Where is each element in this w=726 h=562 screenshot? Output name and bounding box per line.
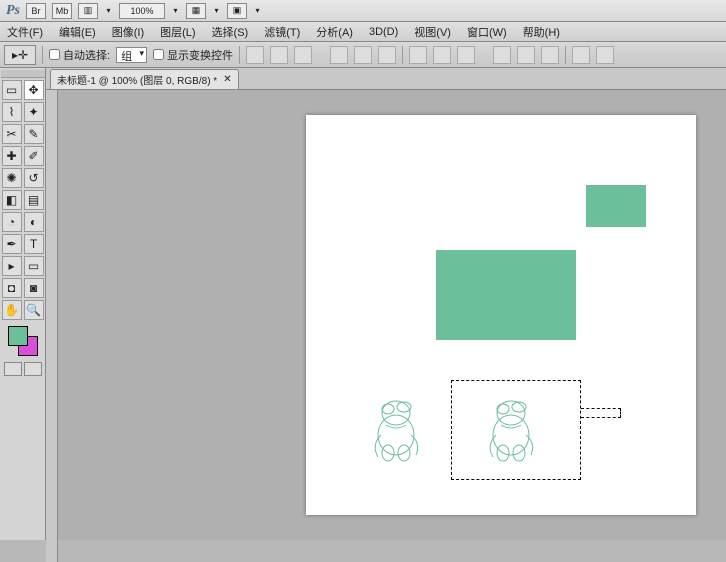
document-tab[interactable]: 未标题-1 @ 100% (图层 0, RGB/8) * ✕ [50,69,239,89]
menu-layer[interactable]: 图层(L) [157,22,198,42]
app-logo: Ps [6,3,20,19]
toolbox: ▭ ✥ ⌇ ✦ ✂ ✎ ✚ ✐ ✺ ↺ ◧ ▤ ◔ ◐ ✒ T ▸ ▭ ◘ ◙ … [0,68,46,540]
eraser-tool[interactable]: ◧ [2,190,22,210]
title-bar: Ps Br Mb ▥ ▾ 100% ▾ ▦ ▾ ▣ ▾ [0,0,726,22]
pen-tool[interactable]: ✒ [2,234,22,254]
shape-rect-small[interactable] [586,185,646,227]
menu-3d[interactable]: 3D(D) [366,24,401,40]
menu-help[interactable]: 帮助(H) [520,22,563,42]
menu-bar: 文件(F) 编辑(E) 图像(I) 图层(L) 选择(S) 滤镜(T) 分析(A… [0,22,726,42]
crop-tool[interactable]: ✂ [2,124,22,144]
zoom-tool[interactable]: 🔍 [24,300,44,320]
shape-rect-large[interactable] [436,250,576,340]
history-brush-tool[interactable]: ↺ [24,168,44,188]
separator [239,46,240,64]
workspace: ▭ ✥ ⌇ ✦ ✂ ✎ ✚ ✐ ✺ ↺ ◧ ▤ ◔ ◐ ✒ T ▸ ▭ ◘ ◙ … [0,68,726,540]
type-tool[interactable]: T [24,234,44,254]
gradient-tool[interactable]: ▤ [24,190,44,210]
toolbox-grip[interactable] [1,70,45,78]
3d-tool[interactable]: ◘ [2,278,22,298]
selection-marquee[interactable] [451,380,581,480]
close-icon[interactable]: ✕ [223,74,231,85]
align-icon[interactable] [246,46,264,64]
minibridge-icon[interactable]: Mb [52,3,72,19]
move-tool[interactable]: ✥ [24,80,44,100]
align-icon[interactable] [294,46,312,64]
auto-select-checkbox[interactable]: 自动选择: [49,47,110,63]
path-select-tool[interactable]: ▸ [2,256,22,276]
dropdown-icon[interactable]: ▾ [104,3,113,19]
align-icon[interactable] [330,46,348,64]
selection-marquee-ext[interactable] [581,408,621,418]
auto-select-label: 自动选择: [63,47,110,63]
dodge-tool[interactable]: ◐ [24,212,44,232]
show-transform-label: 显示变换控件 [167,47,233,63]
lasso-tool[interactable]: ⌇ [2,102,22,122]
eyedropper-tool[interactable]: ✎ [24,124,44,144]
distribute-icon[interactable] [457,46,475,64]
brush-tool[interactable]: ✐ [24,146,44,166]
shape-tool[interactable]: ▭ [24,256,44,276]
dropdown-icon[interactable]: ▾ [253,3,262,19]
arrange-docs-icon[interactable]: ▦ [186,3,206,19]
bridge-icon[interactable]: Br [26,3,46,19]
marquee-tool[interactable]: ▭ [2,80,22,100]
3d-camera-tool[interactable]: ◙ [24,278,44,298]
menu-image[interactable]: 图像(I) [109,22,147,42]
current-tool-icon[interactable]: ▸✛ [4,45,36,65]
menu-edit[interactable]: 编辑(E) [56,22,99,42]
distribute-icon[interactable] [493,46,511,64]
hand-tool[interactable]: ✋ [2,300,22,320]
separator [402,46,403,64]
distribute-icon[interactable] [517,46,535,64]
document-tabs: 未标题-1 @ 100% (图层 0, RGB/8) * ✕ [46,68,726,90]
healing-tool[interactable]: ✚ [2,146,22,166]
distribute-icon[interactable] [433,46,451,64]
options-bar: ▸✛ 自动选择: 组 显示变换控件 [0,42,726,68]
document-title: 未标题-1 @ 100% (图层 0, RGB/8) * [57,72,217,87]
align-icon[interactable] [270,46,288,64]
align-icon[interactable] [378,46,396,64]
canvas[interactable] [306,115,696,515]
vector-figure-a[interactable] [366,395,426,465]
quick-mask-toggle [4,362,42,376]
menu-window[interactable]: 窗口(W) [464,22,510,42]
foreground-color[interactable] [8,326,28,346]
blur-tool[interactable]: ◔ [2,212,22,232]
link-icon[interactable] [596,46,614,64]
zoom-level[interactable]: 100% [119,3,165,19]
dropdown-icon[interactable]: ▾ [212,3,221,19]
document-area: 未标题-1 @ 100% (图层 0, RGB/8) * ✕ [46,68,726,540]
canvas-viewport[interactable] [46,90,726,540]
separator [42,46,43,64]
magic-wand-tool[interactable]: ✦ [24,102,44,122]
menu-select[interactable]: 选择(S) [209,22,252,42]
menu-analysis[interactable]: 分析(A) [313,22,356,42]
menu-view[interactable]: 视图(V) [411,22,454,42]
align-icon[interactable] [354,46,372,64]
dropdown-icon[interactable]: ▾ [171,3,180,19]
extras-icon[interactable]: ▣ [227,3,247,19]
menu-filter[interactable]: 滤镜(T) [261,22,303,42]
quickmask-mode[interactable] [24,362,42,376]
distribute-icon[interactable] [409,46,427,64]
standard-mode[interactable] [4,362,22,376]
menu-file[interactable]: 文件(F) [4,22,46,42]
screen-mode-icon[interactable]: ▥ [78,3,98,19]
auto-align-icon[interactable] [572,46,590,64]
color-swatches[interactable] [8,326,38,356]
auto-select-mode[interactable]: 组 [116,47,147,63]
show-transform-checkbox[interactable]: 显示变换控件 [153,47,233,63]
separator [565,46,566,64]
stamp-tool[interactable]: ✺ [2,168,22,188]
distribute-icon[interactable] [541,46,559,64]
